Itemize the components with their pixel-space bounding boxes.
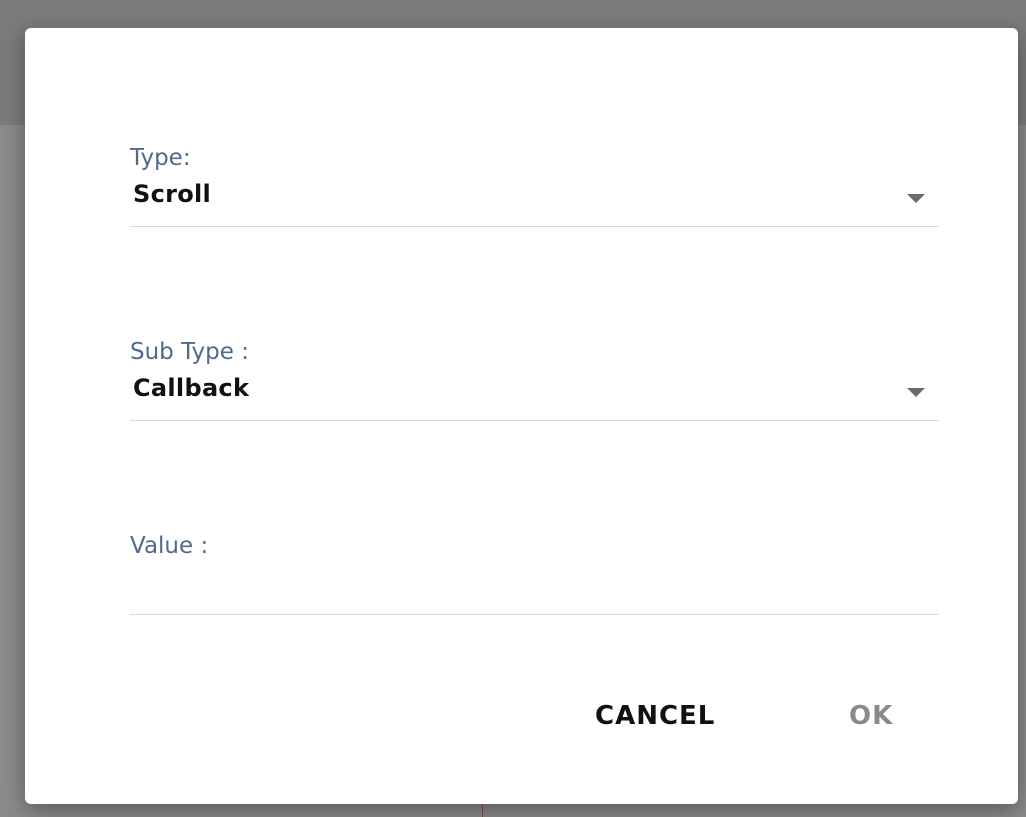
type-select[interactable]: Scroll — [130, 172, 939, 227]
value-input-wrapper — [130, 560, 939, 615]
sub-type-label: Sub Type : — [130, 339, 249, 365]
caret-down-icon — [907, 194, 925, 203]
sub-type-field: Sub Type : Callback — [130, 338, 939, 421]
cancel-button[interactable]: CANCEL — [581, 692, 729, 740]
type-field: Type: Scroll — [130, 144, 939, 227]
value-input[interactable] — [133, 570, 937, 606]
type-selected-value: Scroll — [133, 180, 212, 208]
value-field: Value : — [130, 532, 939, 615]
type-label: Type: — [130, 145, 191, 171]
ok-button[interactable]: OK — [835, 692, 907, 740]
event-dialog: Type: Scroll Sub Type : Callback Value :… — [25, 28, 1018, 804]
sub-type-selected-value: Callback — [133, 374, 250, 402]
sub-type-select[interactable]: Callback — [130, 366, 939, 421]
caret-down-icon — [907, 388, 925, 397]
value-label: Value : — [130, 533, 209, 559]
